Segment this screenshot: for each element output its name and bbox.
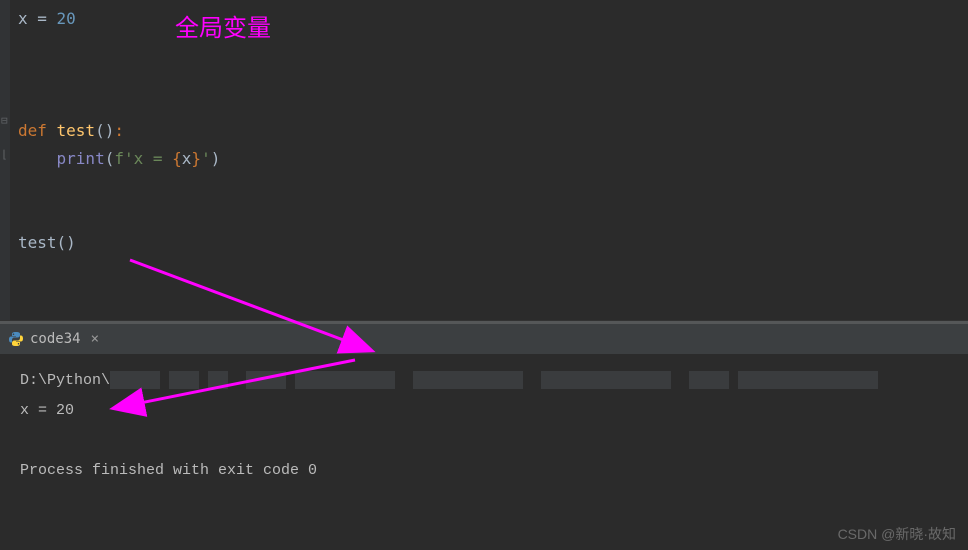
fstring-brace-open: {	[172, 149, 182, 168]
redacted-block	[413, 371, 523, 389]
console-output[interactable]: D:\Python\ x = 20 Process finished with …	[0, 354, 968, 528]
function-call: test()	[18, 233, 76, 252]
watermark-text: CSDN @新晓·故知	[838, 524, 956, 544]
tab-label: code34	[30, 331, 81, 347]
console-exit-line: Process finished with exit code 0	[20, 456, 948, 486]
console-output-line: x = 20	[20, 396, 948, 426]
code-line-5[interactable]: def test():	[0, 117, 968, 145]
code-line-8[interactable]	[0, 201, 968, 229]
redacted-block	[110, 371, 160, 389]
redacted-block	[295, 371, 395, 389]
annotation-global-var: 全局变量	[175, 8, 271, 43]
redacted-block	[169, 371, 199, 389]
fold-marker-icon[interactable]: ⊟	[1, 114, 8, 127]
indent	[18, 149, 57, 168]
code-line-9[interactable]: test()	[0, 229, 968, 257]
editor-gutter: ⊟ ⌊	[0, 0, 10, 320]
paren-close: )	[211, 149, 221, 168]
code-line-6[interactable]: print(f'x = {x}')	[0, 145, 968, 173]
number-literal: 20	[57, 9, 76, 28]
code-line-3[interactable]	[0, 61, 968, 89]
variable-name: x	[18, 9, 37, 28]
console-path-line: D:\Python\	[20, 366, 948, 396]
fstring-close-quote: '	[201, 149, 211, 168]
close-tab-icon[interactable]: ×	[91, 331, 99, 347]
paren-pair: ()	[95, 121, 114, 140]
redacted-block	[738, 371, 878, 389]
fstring-var: x	[182, 149, 192, 168]
console-tab[interactable]: code34 ×	[8, 331, 99, 347]
function-name: test	[57, 121, 96, 140]
console-tab-bar: code34 ×	[0, 324, 968, 354]
fstring-brace-close: }	[191, 149, 201, 168]
builtin-print: print	[57, 149, 105, 168]
code-line-7[interactable]	[0, 173, 968, 201]
fold-end-icon[interactable]: ⌊	[1, 148, 8, 161]
paren-open: (	[105, 149, 115, 168]
console-blank-line	[20, 426, 948, 456]
code-line-1[interactable]: x = 20	[0, 5, 968, 33]
python-icon	[8, 331, 24, 347]
keyword-def: def	[18, 121, 57, 140]
code-editor[interactable]: ⊟ ⌊ x = 20 def test(): print(f'x = {x}')…	[0, 0, 968, 320]
redacted-block	[541, 371, 671, 389]
redacted-block	[689, 371, 729, 389]
console-blank-line-2	[20, 486, 948, 516]
redacted-block	[246, 371, 286, 389]
redacted-block	[208, 371, 228, 389]
colon: :	[114, 121, 124, 140]
code-line-4[interactable]	[0, 89, 968, 117]
fstring-text: f'x =	[114, 149, 172, 168]
path-text: D:\Python\	[20, 372, 110, 389]
code-line-2[interactable]	[0, 33, 968, 61]
operator-equals: =	[37, 9, 56, 28]
